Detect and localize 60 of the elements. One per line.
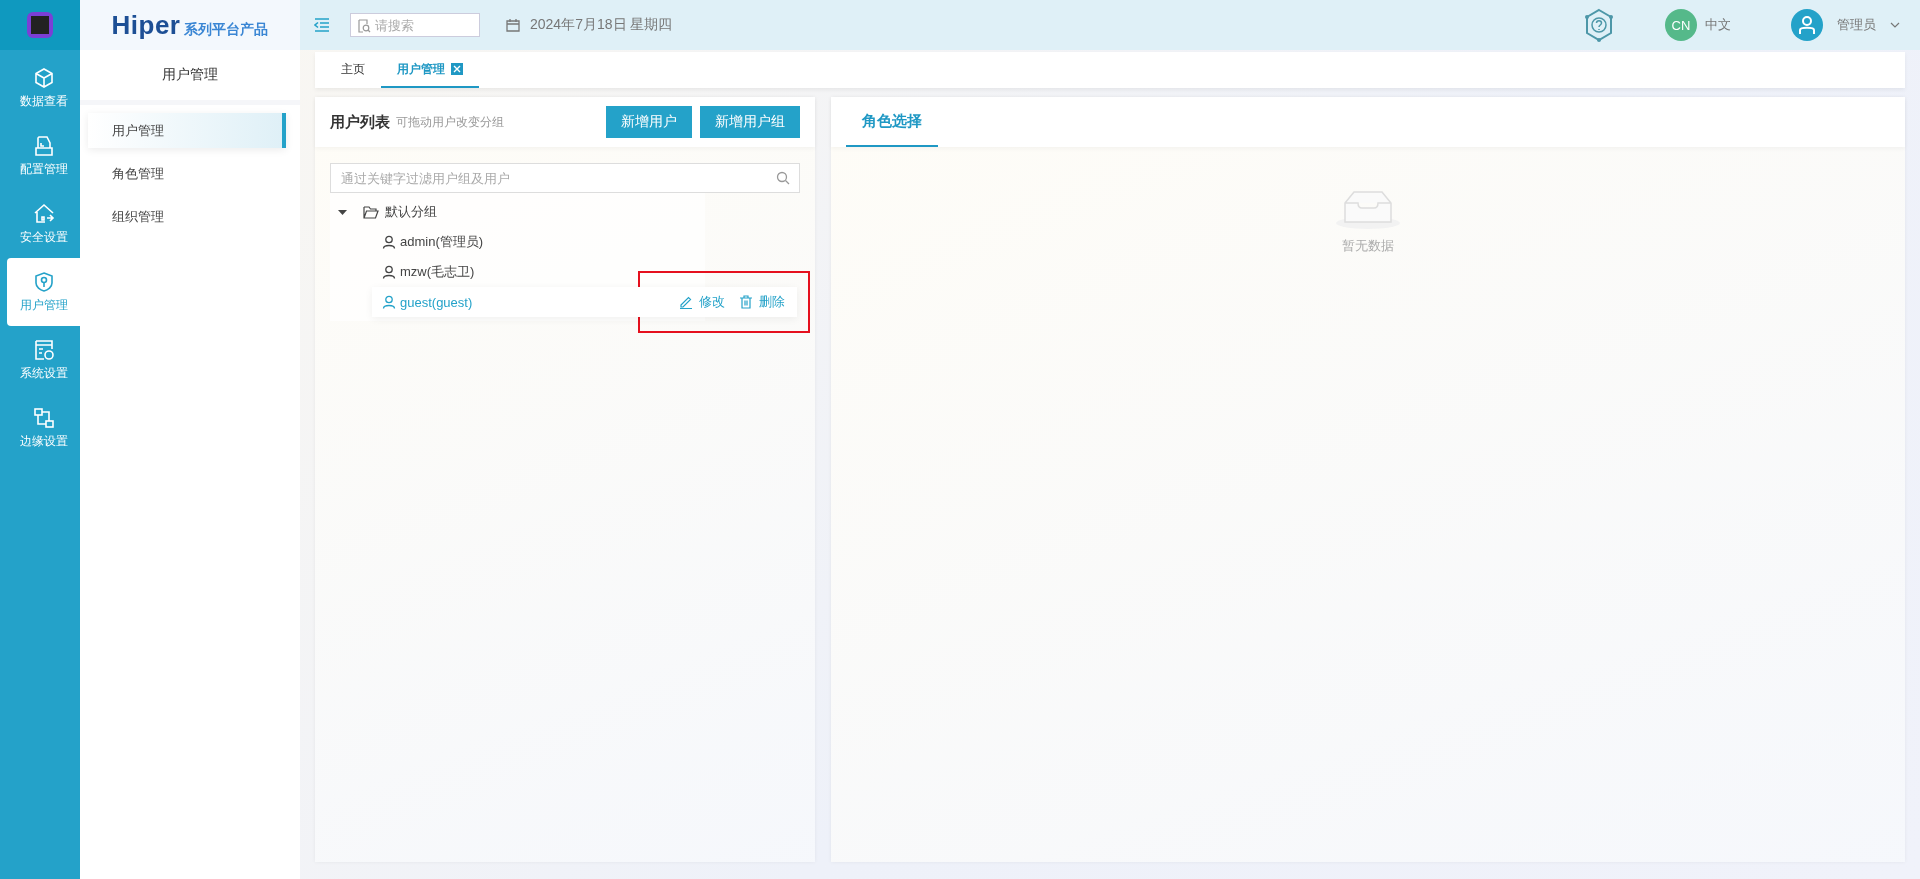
window-gear-icon [32, 338, 55, 361]
language-badge[interactable]: CN [1665, 9, 1697, 41]
sidebar-item[interactable]: 角色管理 [88, 156, 286, 191]
sidebar-item[interactable]: 组织管理 [88, 199, 286, 234]
tree-user[interactable]: admin(管理员) [372, 227, 484, 257]
user-icon [382, 295, 396, 309]
help-icon[interactable] [1583, 7, 1615, 43]
empty-text: 暂无数据 [1342, 237, 1394, 255]
printer-icon [32, 134, 55, 157]
house-icon [32, 202, 55, 225]
brand-logo: Hiper 系列平台产品 [80, 0, 300, 50]
rail-item[interactable]: 安全设置 [7, 190, 80, 258]
rail-label: 数据查看 [19, 92, 68, 110]
rail-item[interactable]: 边缘设置 [7, 394, 80, 462]
trash-icon [739, 295, 753, 309]
tree-user[interactable]: mzw(毛志卫) [372, 257, 475, 287]
close-icon[interactable] [451, 63, 463, 75]
page-tab[interactable]: 用户管理 [381, 52, 479, 88]
calendar-icon [506, 18, 520, 32]
user-icon [382, 235, 396, 249]
pencil-icon [679, 295, 693, 309]
shield-key-icon [32, 270, 55, 293]
rail-label: 边缘设置 [19, 432, 68, 450]
menu-icon[interactable] [314, 18, 330, 32]
rail-item[interactable]: 系统设置 [7, 326, 80, 394]
user-name: 管理员 [1837, 16, 1876, 34]
sidebar-item[interactable]: 用户管理 [88, 113, 286, 148]
date-text: 2024年7月18日 星期四 [530, 16, 673, 34]
search-field[interactable]: 请搜索 [350, 13, 480, 37]
cube-icon [32, 66, 55, 89]
edit-link[interactable]: 修改 [677, 293, 727, 311]
chevron-down-icon [1890, 22, 1900, 28]
page-tab[interactable]: 主页 [325, 52, 381, 88]
rail-item[interactable]: 用户管理 [7, 258, 80, 326]
language-label[interactable]: 中文 [1705, 16, 1731, 34]
tree-group[interactable]: 默认分组 [330, 197, 705, 227]
filter-field[interactable]: 通过关键字过滤用户组及用户 [330, 163, 800, 193]
avatar-icon [1791, 9, 1823, 41]
rail-label: 安全设置 [19, 228, 68, 246]
add-button[interactable]: 新增用户组 [700, 106, 800, 138]
add-button[interactable]: 新增用户 [606, 106, 692, 138]
rail-label: 用户管理 [19, 296, 68, 314]
search-icon [776, 171, 790, 185]
rail-label: 系统设置 [19, 364, 68, 382]
delete-link[interactable]: 删除 [737, 293, 787, 311]
role-tab[interactable]: 角色选择 [846, 97, 938, 147]
panel-hint: 可拖动用户改变分组 [396, 113, 504, 131]
panel-title: 用户列表 [330, 112, 390, 132]
caret-icon[interactable] [338, 207, 347, 217]
folder-icon [363, 205, 379, 219]
app-logo-icon [27, 12, 53, 38]
sidebar-title: 用户管理 [80, 50, 300, 105]
rail-item[interactable]: 配置管理 [7, 122, 80, 190]
user-icon [382, 265, 396, 279]
group-label: 默认分组 [385, 203, 437, 221]
rail-item[interactable]: 数据查看 [7, 54, 80, 122]
rail-label: 配置管理 [19, 160, 68, 178]
tree-user[interactable]: guest(guest) 修改 删除 [372, 287, 797, 317]
user-menu[interactable]: 管理员 [1791, 9, 1900, 41]
network-icon [32, 406, 55, 429]
